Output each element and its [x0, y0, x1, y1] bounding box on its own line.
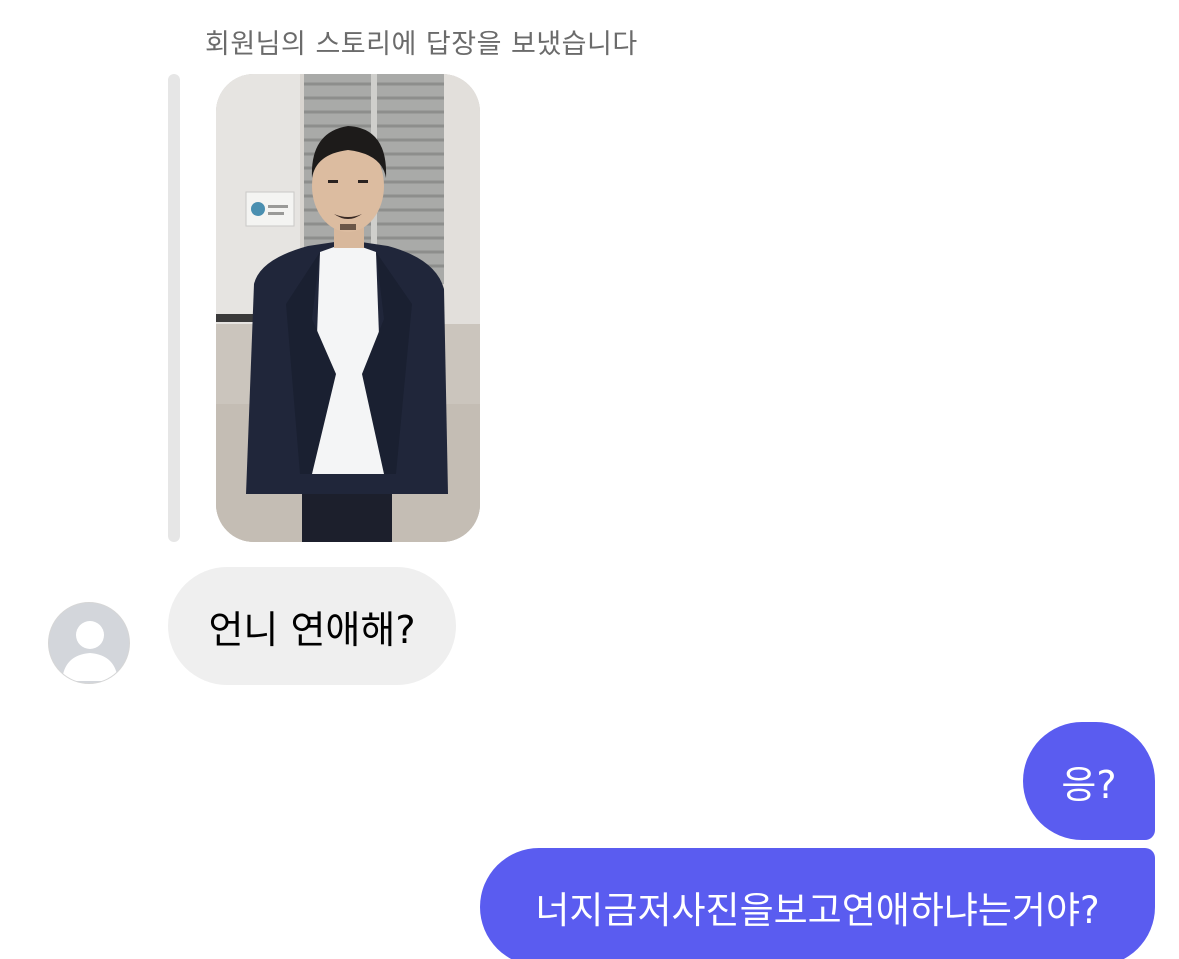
message-received[interactable]: 언니 연애해?: [168, 567, 456, 685]
sender-avatar[interactable]: [48, 602, 130, 684]
chat-screen: 회원님의 스토리에 답장을 보냈습니다 언니 연애해? 응? 너지금저사진을보고…: [0, 0, 1179, 959]
story-reply-indicator-bar: [168, 74, 180, 542]
message-text: 응?: [1061, 762, 1117, 807]
default-profile-silhouette-icon: [49, 603, 129, 683]
story-photo: [216, 74, 480, 542]
message-sent[interactable]: 응?: [1023, 722, 1155, 840]
message-text: 너지금저사진을보고연애하냐는거야?: [535, 889, 1100, 932]
story-thumbnail[interactable]: [216, 74, 480, 542]
story-reply-caption: 회원님의 스토리에 답장을 보냈습니다: [205, 29, 638, 60]
message-text: 언니 연애해?: [208, 607, 416, 652]
message-sent[interactable]: 너지금저사진을보고연애하냐는거야?: [480, 848, 1155, 959]
